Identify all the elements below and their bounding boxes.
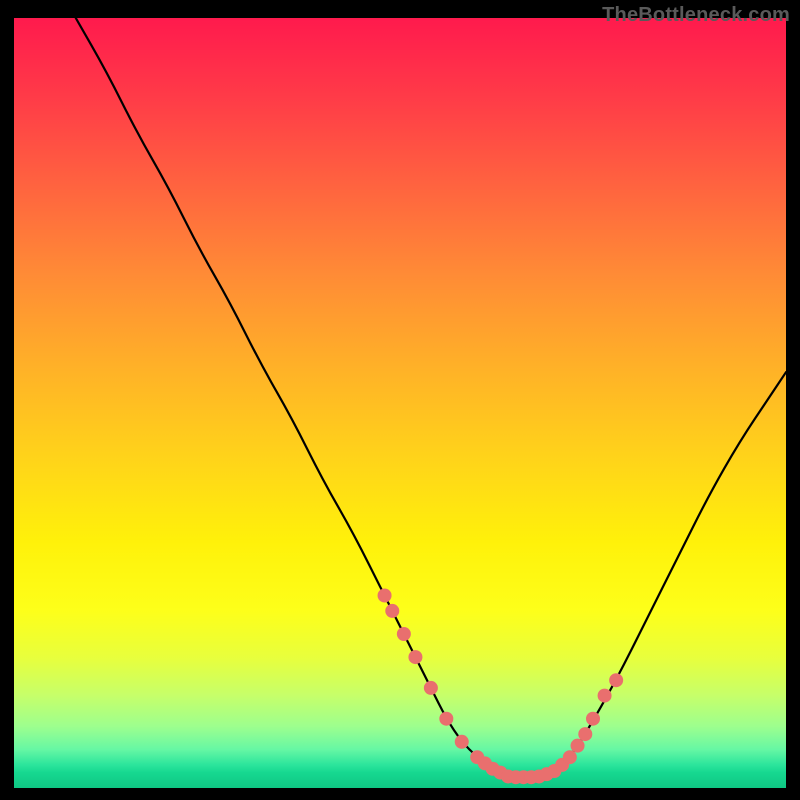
gradient-plot-area bbox=[14, 18, 786, 788]
watermark-text: TheBottleneck.com bbox=[602, 4, 790, 27]
chart-stage: TheBottleneck.com bbox=[0, 0, 800, 800]
